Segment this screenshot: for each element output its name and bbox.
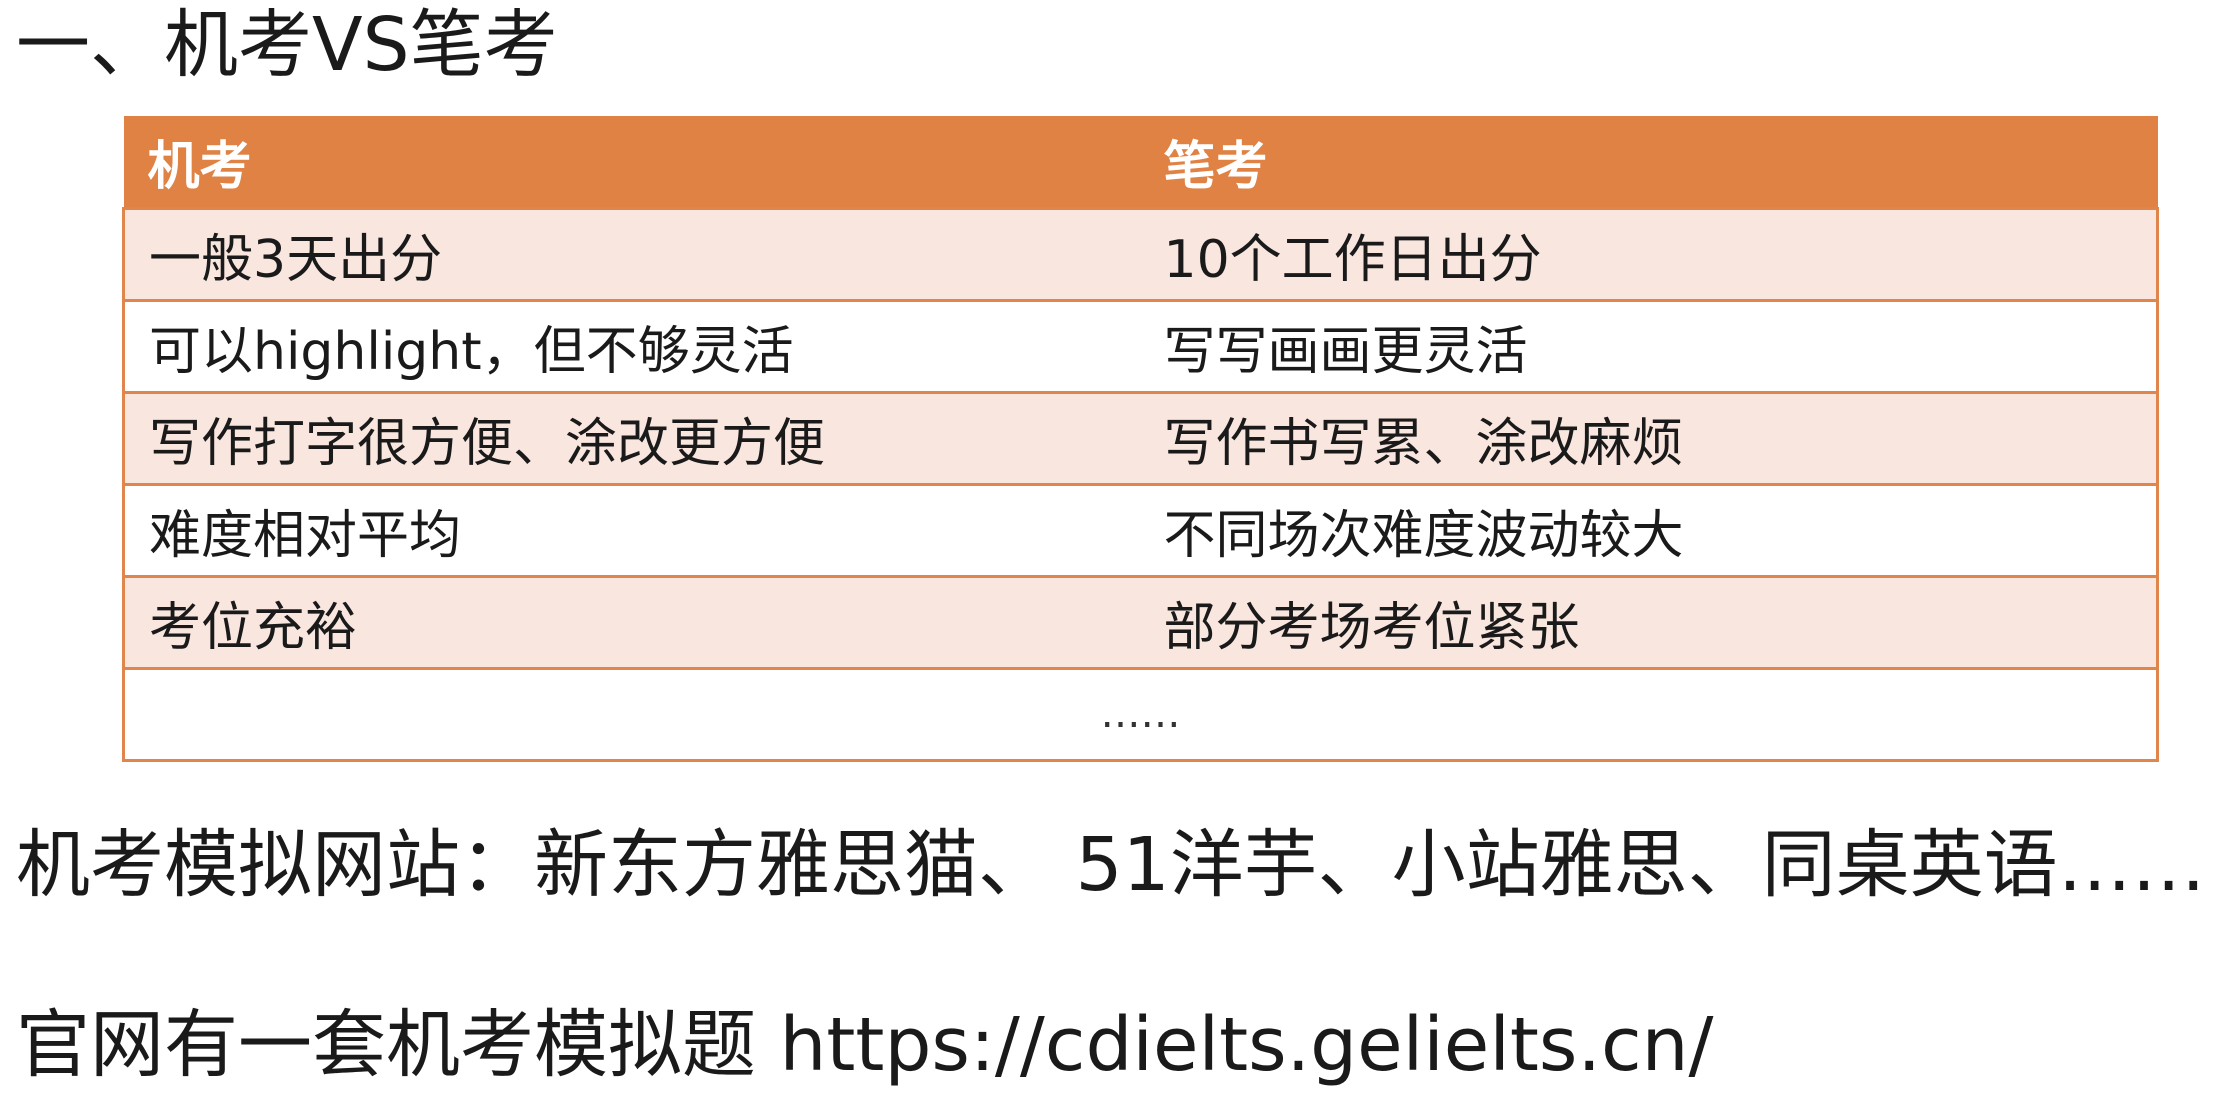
cell-paper: 写写画画更灵活 — [1139, 300, 2159, 394]
cell-computer: 难度相对平均 — [122, 484, 1140, 578]
table-row: 一般3天出分 10个工作日出分 — [122, 208, 2159, 302]
cell-paper: 部分考场考位紧张 — [1139, 576, 2159, 670]
header-paper-test: 笔考 — [1139, 116, 2158, 210]
comparison-table: 机考 笔考 一般3天出分 10个工作日出分 可以highlight，但不够灵活 … — [122, 116, 2159, 762]
cell-paper: 写作书写累、涂改麻烦 — [1139, 392, 2159, 486]
cell-computer: 一般3天出分 — [122, 208, 1140, 302]
table-row: 难度相对平均 不同场次难度波动较大 — [122, 484, 2159, 578]
page-heading: 一、机考VS笔考 — [16, 2, 558, 88]
table-row: 写作打字很方便、涂改更方便 写作书写累、涂改麻烦 — [122, 392, 2159, 486]
cell-computer: 写作打字很方便、涂改更方便 — [122, 392, 1140, 486]
cell-computer: 可以highlight，但不够灵活 — [122, 300, 1140, 394]
official-mock-line: 官网有一套机考模拟题 https://cdielts.gelielts.cn/ — [16, 1002, 1714, 1088]
table-ellipsis-row: …… — [122, 668, 2159, 762]
mock-sites-line: 机考模拟网站：新东方雅思猫、 51洋芋、小站雅思、同桌英语…… — [16, 822, 2206, 908]
cell-computer: 考位充裕 — [122, 576, 1140, 670]
table-row: 考位充裕 部分考场考位紧张 — [122, 576, 2159, 670]
cell-paper: 不同场次难度波动较大 — [1139, 484, 2159, 578]
cell-paper: 10个工作日出分 — [1139, 208, 2159, 302]
table-header-row: 机考 笔考 — [123, 116, 2158, 210]
table-row: 可以highlight，但不够灵活 写写画画更灵活 — [122, 300, 2159, 394]
header-computer-test: 机考 — [123, 116, 1140, 210]
ellipsis-cell: …… — [122, 668, 2159, 762]
